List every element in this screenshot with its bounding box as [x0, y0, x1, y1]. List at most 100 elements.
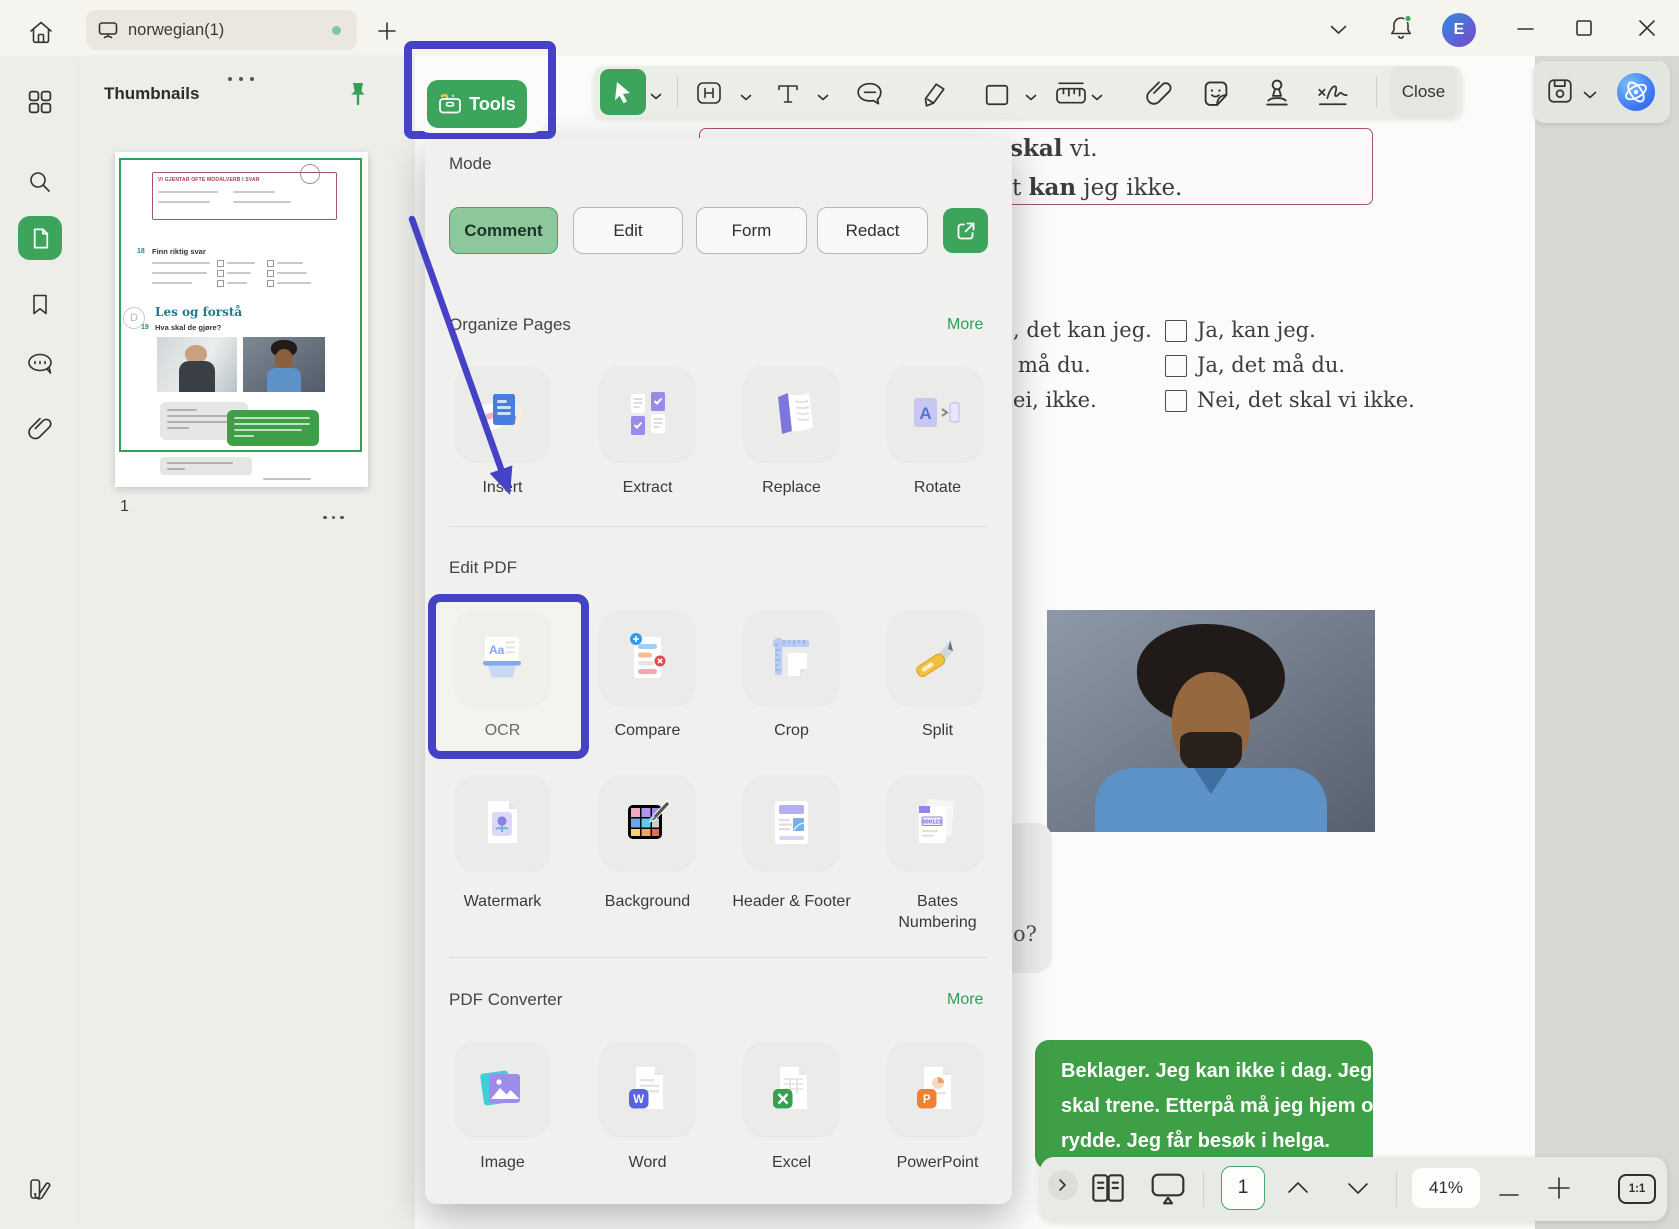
shape-tool[interactable]: [984, 83, 1010, 112]
zoom-in-button[interactable]: [1546, 1175, 1572, 1206]
save-ai-toolbar: [1533, 61, 1670, 123]
select-tool-dropdown[interactable]: [650, 88, 662, 106]
tool-split-label: Split: [921, 722, 954, 739]
svg-text:W: W: [633, 1094, 644, 1106]
titlebar-expand-button[interactable]: [1326, 22, 1350, 38]
doc-photo-man: [1047, 610, 1375, 832]
tool-bates-numbering[interactable]: 000123: [888, 775, 983, 870]
shape-tool-dropdown[interactable]: [1025, 89, 1037, 107]
text-tool-dropdown[interactable]: [817, 89, 829, 107]
ocr-highlight-annotation: [428, 594, 589, 759]
replace-icon: [777, 392, 813, 434]
attach-tool[interactable]: [1145, 78, 1173, 113]
right-panel-strip: [1535, 56, 1679, 1229]
minimize-button[interactable]: [1512, 20, 1538, 38]
cursor-icon: [615, 82, 630, 104]
doc-chat-bubble-green: Beklager. Jeg kan ikke i dag. Jeg skal t…: [1035, 1040, 1373, 1170]
zoom-level-input[interactable]: 41%: [1412, 1168, 1480, 1208]
tool-compare[interactable]: [600, 610, 695, 705]
ai-sparkle-icon: [1625, 81, 1647, 103]
page-number-input[interactable]: 1: [1221, 1166, 1265, 1210]
maximize-button[interactable]: [1571, 16, 1597, 40]
ruler-icon: [1056, 82, 1086, 104]
tool-replace[interactable]: [744, 366, 839, 461]
converter-more-link[interactable]: More: [947, 991, 983, 1009]
new-tab-button[interactable]: [376, 20, 398, 42]
thumb-ex19-title: Hva skal de gjøre?: [155, 323, 222, 332]
open-mode-external-button[interactable]: [943, 208, 988, 253]
organize-more-link[interactable]: More: [947, 316, 983, 334]
text-tool[interactable]: [774, 81, 802, 112]
thumb-chat-green: [227, 410, 319, 446]
to-powerpoint-icon: P: [916, 1066, 951, 1109]
panel-drag-handle-icon[interactable]: [228, 68, 254, 86]
sidebar-swatches-button[interactable]: [18, 1168, 62, 1212]
close-window-button[interactable]: [1634, 16, 1660, 40]
tool-to-word-label: Word: [628, 1154, 667, 1171]
thumb-ex18-title: Finn riktig svar: [152, 247, 206, 256]
presentation-mode-button[interactable]: [1150, 1171, 1186, 1210]
comment-tool-icon: [857, 82, 882, 105]
measure-tool[interactable]: [1052, 79, 1090, 112]
mode-redact-button[interactable]: Redact: [817, 207, 928, 254]
chevron-down-icon: [817, 94, 829, 101]
checkbox-3[interactable]: [1165, 390, 1187, 412]
page-layout-button[interactable]: [1090, 1172, 1126, 1209]
tool-to-powerpoint[interactable]: P: [888, 1041, 983, 1136]
tool-background[interactable]: [600, 775, 695, 870]
expand-statusbar-button[interactable]: [1048, 1170, 1078, 1200]
next-page-button[interactable]: [1346, 1181, 1370, 1202]
mode-comment-button[interactable]: Comment: [449, 207, 558, 254]
sticker-tool[interactable]: [1201, 79, 1231, 114]
signature-tool[interactable]: [1316, 80, 1358, 113]
bates-numbering-icon: 000123: [918, 798, 954, 843]
document-tab[interactable]: norwegian(1): [86, 10, 357, 50]
mode-form-button[interactable]: Form: [696, 207, 807, 254]
stamp-icon: [1266, 79, 1288, 106]
previous-page-button[interactable]: [1286, 1179, 1310, 1200]
sidebar-attachments-button[interactable]: [18, 406, 62, 450]
highlight-area-tool[interactable]: [694, 80, 724, 111]
tools-button[interactable]: Tools: [427, 80, 527, 128]
sidebar-grid-view-button[interactable]: [18, 80, 62, 124]
actual-size-button[interactable]: 1:1: [1618, 1174, 1656, 1204]
checkbox-2[interactable]: [1165, 355, 1187, 377]
pencil-tool[interactable]: [918, 81, 948, 114]
tool-to-image[interactable]: [455, 1041, 550, 1136]
thumbnail-more-icon[interactable]: [323, 506, 344, 524]
sidebar-comments-button[interactable]: [18, 342, 62, 386]
tool-insert-label: Insert: [482, 479, 523, 496]
save-dropdown-button[interactable]: [1583, 87, 1597, 105]
chevron-up-icon: [1288, 1182, 1308, 1193]
highlight-tool-dropdown[interactable]: [740, 89, 752, 107]
measure-tool-dropdown[interactable]: [1091, 89, 1103, 107]
mode-edit-button[interactable]: Edit: [573, 207, 683, 254]
tool-extract[interactable]: [600, 366, 695, 461]
home-button[interactable]: [25, 17, 57, 47]
notifications-button[interactable]: [1387, 13, 1415, 43]
tool-rotate[interactable]: A: [888, 366, 983, 461]
save-button[interactable]: [1546, 77, 1574, 110]
sidebar-bookmarks-button[interactable]: [18, 282, 62, 326]
ai-assistant-button[interactable]: [1617, 73, 1655, 111]
pin-panel-button[interactable]: [346, 80, 370, 115]
zoom-out-button[interactable]: [1498, 1185, 1520, 1203]
close-tools-button[interactable]: Close: [1390, 66, 1457, 118]
tool-header-footer[interactable]: [744, 775, 839, 870]
tool-to-word[interactable]: W: [600, 1041, 695, 1136]
tool-insert[interactable]: [455, 366, 550, 461]
checkbox-1[interactable]: [1165, 320, 1187, 342]
tool-split[interactable]: [888, 610, 983, 705]
sidebar-thumbnails-button[interactable]: [18, 216, 62, 260]
comment-tool[interactable]: [854, 81, 886, 114]
select-tool-button[interactable]: [600, 69, 646, 115]
avatar[interactable]: E: [1442, 13, 1476, 47]
page-thumbnail-1[interactable]: VI GJENTAR OFTE MODALVERB I SVAR 18 Finn…: [115, 152, 368, 487]
sidebar-search-button[interactable]: [18, 160, 62, 204]
answer-left-3: ei, ikke.: [1013, 388, 1097, 412]
stamp-tool[interactable]: [1263, 78, 1291, 113]
tool-to-excel[interactable]: [744, 1041, 839, 1136]
text-tool-icon: [778, 85, 798, 103]
tool-crop[interactable]: [744, 610, 839, 705]
tool-watermark[interactable]: [455, 775, 550, 870]
